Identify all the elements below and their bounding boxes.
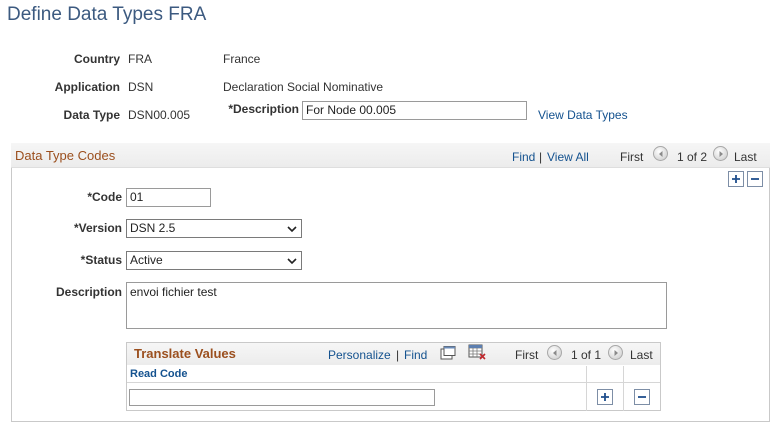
- code-description-textarea[interactable]: envoi fichier test: [126, 282, 667, 329]
- grid-delete-row-button[interactable]: [634, 389, 650, 405]
- code-input[interactable]: 01: [126, 188, 211, 207]
- description-input[interactable]: For Node 00.005: [302, 101, 527, 120]
- grid-first-label: First: [515, 348, 539, 362]
- grid-find-link[interactable]: Find: [404, 348, 427, 362]
- chevron-down-icon: [287, 226, 297, 233]
- next-arrow-icon[interactable]: [608, 345, 623, 360]
- status-label: *Status: [80, 253, 122, 267]
- grid-row-count: 1 of 1: [571, 348, 602, 362]
- row-count: 1 of 2: [677, 150, 708, 164]
- first-label: First: [620, 150, 644, 164]
- plus-icon: [732, 175, 740, 183]
- nav-separator: |: [539, 150, 543, 164]
- view-all-link[interactable]: View All: [547, 150, 589, 164]
- add-row-button[interactable]: [728, 171, 744, 187]
- country-desc: France: [223, 52, 261, 66]
- chevron-down-icon: [287, 258, 297, 265]
- grid-column-header-row: [127, 365, 660, 383]
- application-label: Application: [54, 80, 120, 94]
- code-description-label: Description: [55, 285, 122, 299]
- personalize-link[interactable]: Personalize: [328, 348, 391, 362]
- application-code: DSN: [128, 80, 154, 94]
- country-code: FRA: [128, 52, 152, 66]
- next-arrow-icon[interactable]: [713, 146, 728, 161]
- description-label: *Description: [228, 102, 299, 116]
- minus-icon: [638, 396, 646, 398]
- grid-last-label: Last: [630, 348, 653, 362]
- version-select[interactable]: DSN 2.5: [126, 219, 302, 238]
- last-label: Last: [734, 150, 757, 164]
- prev-arrow-icon[interactable]: [653, 146, 668, 161]
- prev-arrow-icon[interactable]: [547, 345, 562, 360]
- code-label: *Code: [87, 190, 122, 204]
- status-value: Active: [130, 253, 163, 267]
- read-code-input[interactable]: [129, 389, 435, 406]
- data-type-label: Data Type: [63, 108, 120, 122]
- application-desc: Declaration Social Nominative: [223, 80, 384, 94]
- view-data-types-link[interactable]: View Data Types: [538, 108, 628, 122]
- data-type-code: DSN00.005: [128, 108, 191, 122]
- plus-icon: [601, 393, 609, 401]
- delete-row-button[interactable]: [747, 171, 763, 187]
- page-title: Define Data Types FRA: [7, 4, 207, 25]
- version-value: DSN 2.5: [130, 221, 176, 235]
- country-label: Country: [74, 52, 120, 66]
- new-window-icon[interactable]: [440, 346, 456, 360]
- download-excel-icon[interactable]: [468, 344, 486, 360]
- grid-column-divider: [623, 366, 624, 411]
- minus-icon: [751, 178, 759, 180]
- grid-nav-separator: |: [396, 348, 400, 362]
- data-type-codes-title: Data Type Codes: [15, 148, 116, 163]
- grid-add-row-button[interactable]: [597, 389, 613, 405]
- column-header-read-code[interactable]: Read Code: [130, 368, 187, 380]
- status-select[interactable]: Active: [126, 251, 302, 270]
- version-label: *Version: [73, 221, 122, 235]
- grid-column-divider: [586, 366, 587, 411]
- translate-values-title: Translate Values: [134, 346, 236, 361]
- find-link[interactable]: Find: [512, 150, 535, 164]
